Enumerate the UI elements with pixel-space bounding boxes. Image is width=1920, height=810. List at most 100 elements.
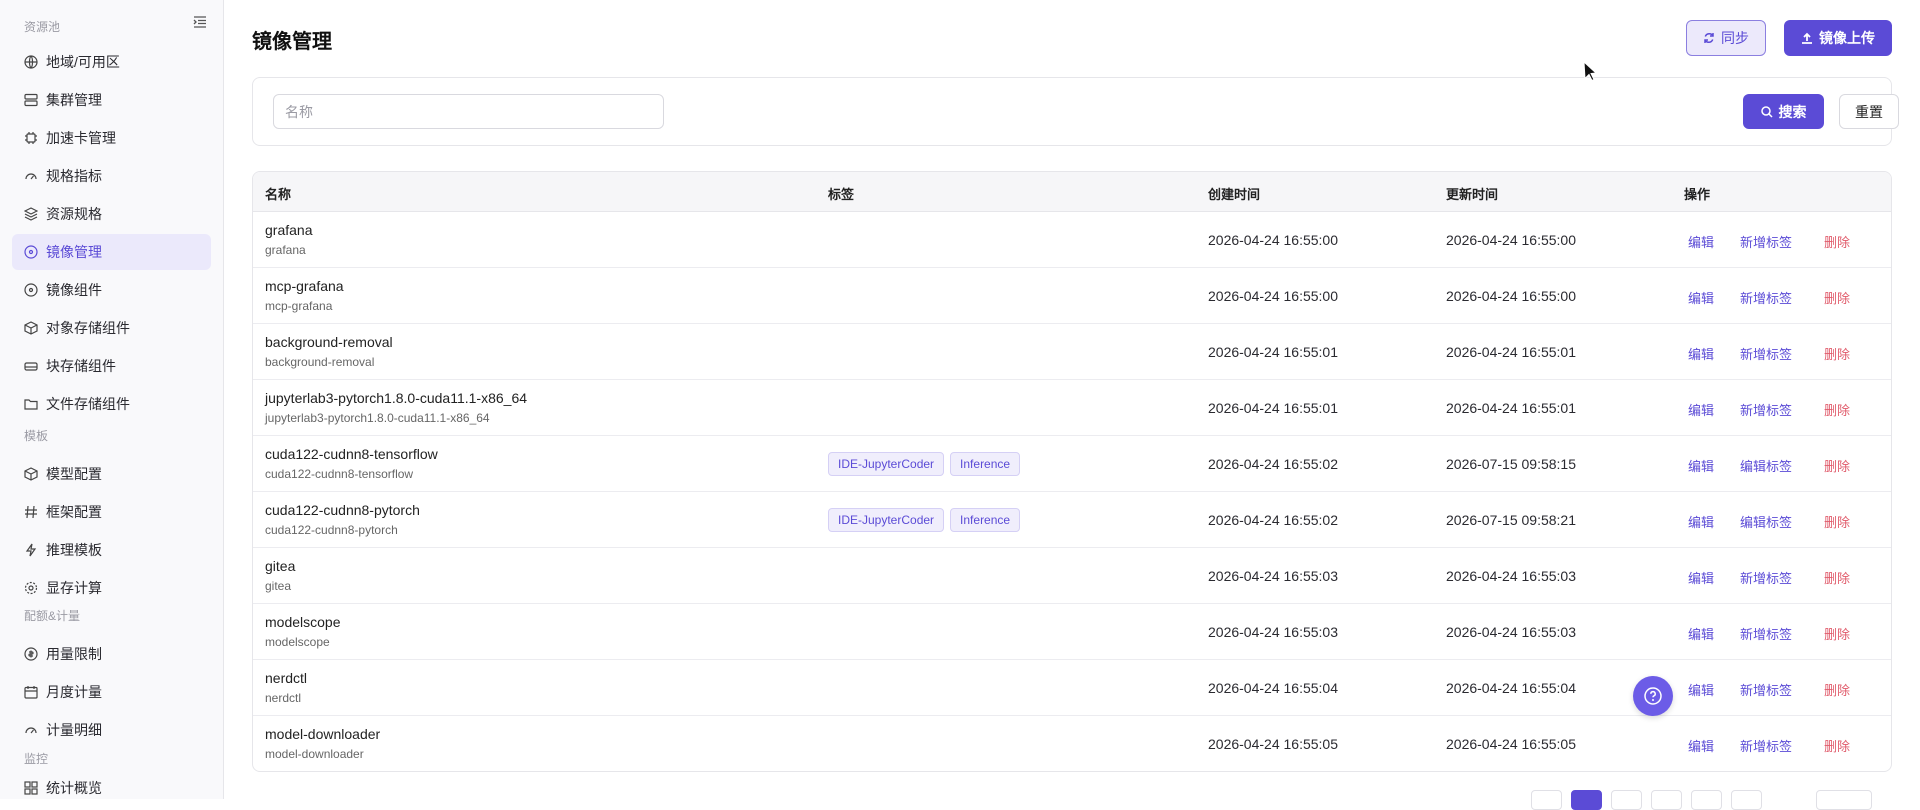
image-name: cuda122-cudnn8-pytorch: [265, 502, 420, 518]
sidebar-item[interactable]: 资源规格: [12, 196, 211, 232]
sidebar-item-label: 用量限制: [46, 646, 102, 662]
updated-time: 2026-04-24 16:55:03: [1446, 624, 1576, 640]
name-search-input[interactable]: [273, 94, 664, 129]
upload-image-button[interactable]: 镜像上传: [1784, 20, 1892, 56]
image-name: background-removal: [265, 334, 393, 350]
tag-action-link[interactable]: 新增标签: [1740, 624, 1792, 643]
updated-time: 2026-04-24 16:55:00: [1446, 232, 1576, 248]
column-header: 更新时间: [1446, 187, 1499, 202]
sidebar-item-label: 块存储组件: [46, 358, 116, 374]
image-subname: cuda122-cudnn8-pytorch: [265, 523, 398, 537]
pagination-page[interactable]: [1691, 790, 1722, 810]
sidebar-item[interactable]: 显存计算: [12, 570, 211, 606]
image-subname: cuda122-cudnn8-tensorflow: [265, 467, 414, 481]
image-name: mcp-grafana: [265, 278, 344, 294]
sidebar-item[interactable]: 统计概览: [12, 770, 211, 799]
image-subname: jupyterlab3-pytorch1.8.0-cuda11.1-x86_64: [265, 411, 490, 425]
sidebar-item[interactable]: 框架配置: [12, 494, 211, 530]
sidebar-item[interactable]: 月度计量: [12, 674, 211, 710]
delete-link[interactable]: 删除: [1824, 624, 1850, 643]
delete-link[interactable]: 删除: [1824, 512, 1850, 531]
edit-link[interactable]: 编辑: [1688, 568, 1714, 587]
edit-link[interactable]: 编辑: [1688, 344, 1714, 363]
delete-link[interactable]: 删除: [1824, 456, 1850, 475]
sidebar-item[interactable]: 用量限制: [12, 636, 211, 672]
pagination-page[interactable]: [1611, 790, 1642, 810]
created-time: 2026-04-24 16:55:03: [1208, 624, 1338, 640]
edit-link[interactable]: 编辑: [1688, 736, 1714, 755]
table-row: gitea gitea 2026-04-24 16:55:03 2026-04-24 …: [253, 548, 1891, 604]
drive-icon: [24, 362, 38, 371]
tag-badge: Inference: [950, 508, 1021, 532]
delete-link[interactable]: 删除: [1824, 344, 1850, 363]
sidebar-item[interactable]: 推理模板: [12, 532, 211, 568]
cube-icon: [24, 321, 38, 335]
sidebar-item-label: 统计概览: [46, 780, 102, 796]
sidebar: 资源池 地域/可用区 集群管理 加速卡管理 规格指标 资源规格 镜像管理 镜像组件 对象存储组…: [0, 0, 224, 799]
sidebar-item[interactable]: 模型配置: [12, 456, 211, 492]
tag-action-link[interactable]: 编辑标签: [1740, 456, 1792, 475]
sidebar-item[interactable]: 镜像组件: [12, 272, 211, 308]
tag-action-link[interactable]: 编辑标签: [1740, 512, 1792, 531]
delete-link[interactable]: 删除: [1824, 736, 1850, 755]
pagination-prev[interactable]: [1531, 790, 1562, 810]
tag-action-link[interactable]: 新增标签: [1740, 344, 1792, 363]
sidebar-section-title: 配额&计量: [24, 609, 81, 623]
sidebar-item-label: 镜像管理: [46, 244, 102, 260]
tag-action-link[interactable]: 新增标签: [1740, 288, 1792, 307]
tag-action-link[interactable]: 新增标签: [1740, 232, 1792, 251]
table-row: cuda122-cudnn8-tensorflow cuda122-cudnn8-…: [253, 436, 1891, 492]
sidebar-item-label: 规格指标: [46, 168, 102, 184]
sidebar-item[interactable]: 块存储组件: [12, 348, 211, 384]
created-time: 2026-04-24 16:55:05: [1208, 736, 1338, 752]
edit-link[interactable]: 编辑: [1688, 288, 1714, 307]
edit-link[interactable]: 编辑: [1688, 456, 1714, 475]
delete-link[interactable]: 删除: [1824, 568, 1850, 587]
pagination-next[interactable]: [1731, 790, 1762, 810]
edit-link[interactable]: 编辑: [1688, 512, 1714, 531]
sidebar-item-label: 月度计量: [46, 684, 102, 700]
sidebar-item[interactable]: 对象存储组件: [12, 310, 211, 346]
sidebar-item[interactable]: 集群管理: [12, 82, 211, 118]
tag-action-link[interactable]: 新增标签: [1740, 736, 1792, 755]
sidebar-item[interactable]: 文件存储组件: [12, 386, 211, 422]
reset-button[interactable]: 重置: [1839, 94, 1899, 129]
delete-link[interactable]: 删除: [1824, 232, 1850, 251]
sidebar-item[interactable]: 镜像管理: [12, 234, 211, 270]
server-icon: [24, 93, 38, 107]
edit-link[interactable]: 编辑: [1688, 232, 1714, 251]
tag-action-link[interactable]: 新增标签: [1740, 568, 1792, 587]
updated-time: 2026-04-24 16:55:01: [1446, 400, 1576, 416]
sync-button[interactable]: 同步: [1686, 20, 1766, 56]
edit-link[interactable]: 编辑: [1688, 624, 1714, 643]
sidebar-section-title: 模板: [24, 429, 49, 443]
image-subname: grafana: [265, 243, 306, 257]
pagination-page[interactable]: [1571, 790, 1602, 810]
sidebar-item[interactable]: 规格指标: [12, 158, 211, 194]
sidebar-item[interactable]: 计量明细: [12, 712, 211, 748]
collapse-menu-icon[interactable]: [193, 15, 207, 29]
help-button[interactable]: [1633, 676, 1673, 716]
page-size-select[interactable]: [1816, 790, 1872, 810]
updated-time: 2026-04-24 16:55:01: [1446, 344, 1576, 360]
image-name: nerdctl: [265, 670, 308, 686]
tag-action-link[interactable]: 新增标签: [1740, 680, 1792, 699]
search-label: 搜索: [1778, 103, 1807, 120]
tag-action-link[interactable]: 新增标签: [1740, 400, 1792, 419]
delete-link[interactable]: 删除: [1824, 288, 1850, 307]
image-name: cuda122-cudnn8-tensorflow: [265, 446, 438, 462]
delete-link[interactable]: 删除: [1824, 400, 1850, 419]
gear-icon: [24, 581, 38, 595]
delete-link[interactable]: 删除: [1824, 680, 1850, 699]
sidebar-item[interactable]: 地域/可用区: [12, 44, 211, 80]
tag-list: IDE-JupyterCoder Inference: [828, 452, 1021, 476]
sidebar-item-label: 加速卡管理: [46, 130, 116, 146]
edit-link[interactable]: 编辑: [1688, 400, 1714, 419]
upload-label: 镜像上传: [1819, 30, 1875, 46]
edit-link[interactable]: 编辑: [1688, 680, 1714, 699]
search-button[interactable]: 搜索: [1743, 94, 1824, 129]
image-name: grafana: [265, 222, 313, 238]
pagination-page[interactable]: [1651, 790, 1682, 810]
sidebar-item-label: 框架配置: [46, 504, 102, 520]
sidebar-item[interactable]: 加速卡管理: [12, 120, 211, 156]
